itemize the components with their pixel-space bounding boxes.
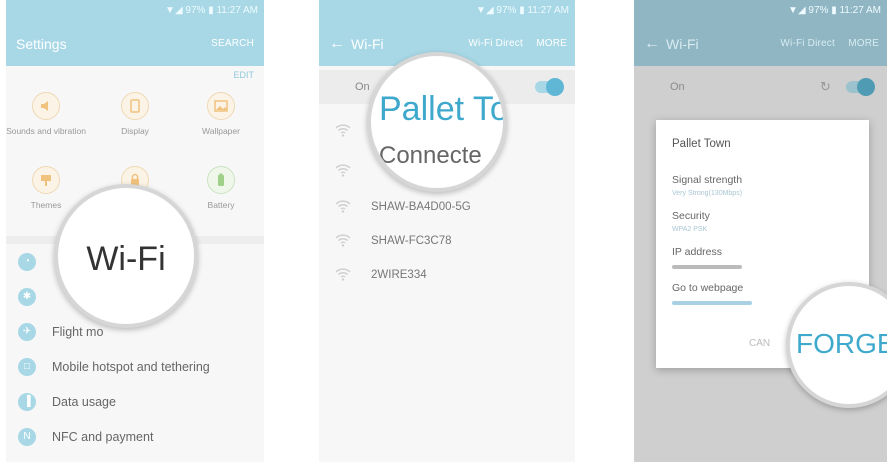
magnifier-network: Pallet To Connecte: [367, 52, 507, 192]
status-bar: ▼◢ 97% ▮ 11:27 AM: [6, 0, 264, 22]
wifi-signal-icon: [335, 164, 351, 177]
status-bar: ▼◢ 97% ▮ 11:27 AM: [634, 0, 887, 22]
signal-strength-label: Signal strength: [672, 174, 743, 186]
wifi-direct-button[interactable]: Wi-Fi Direct: [780, 22, 835, 66]
back-arrow-icon[interactable]: ←: [329, 22, 345, 66]
grid-item-wallpaper[interactable]: Wallpaper: [181, 92, 261, 136]
list-item-label: NFC and payment: [52, 430, 154, 444]
grid-item-battery[interactable]: Battery: [181, 166, 261, 210]
grid-item-display[interactable]: Display: [95, 92, 175, 136]
list-item-nfc[interactable]: N NFC and payment: [6, 421, 264, 455]
wifi-toggle[interactable]: [535, 78, 564, 96]
page-title: Wi-Fi: [666, 36, 699, 52]
airplane-icon: ✈: [18, 323, 36, 341]
network-row[interactable]: 2WIRE334: [319, 258, 575, 292]
security-label: Security: [672, 210, 710, 222]
ip-address-value: [672, 265, 742, 269]
grid-item-themes[interactable]: Themes: [6, 166, 86, 210]
dialog-title: Pallet Town: [672, 138, 731, 150]
wifi-signal-icon: [335, 268, 351, 281]
settings-screen: ▼◢ 97% ▮ 11:27 AM Settings SEARCH EDIT S…: [6, 0, 264, 462]
grid-label: Display: [121, 126, 149, 136]
more-button[interactable]: MORE: [848, 22, 879, 66]
wallpaper-icon: [207, 92, 235, 120]
page-title: Settings: [16, 36, 67, 52]
network-name: 2WIRE334: [371, 269, 427, 281]
list-item-label: Data usage: [52, 395, 116, 409]
wifi-toggle: [846, 78, 875, 96]
grid-label: Sounds and vibration: [6, 126, 86, 136]
wifi-signal-icon: [335, 200, 351, 213]
bluetooth-icon: ✱: [18, 288, 36, 306]
grid-label: Battery: [207, 200, 235, 210]
network-row[interactable]: SHAW-BA4D00-5G: [319, 190, 575, 224]
display-icon: [121, 92, 149, 120]
ip-address-label: IP address: [672, 246, 723, 258]
grid-label: Wallpaper: [202, 126, 240, 136]
back-arrow-icon[interactable]: ←: [644, 22, 660, 66]
wifi-dialog-screen: ▼◢ 97% ▮ 11:27 AM ← Wi-Fi Wi-Fi Direct M…: [634, 0, 887, 462]
grid-item-sounds[interactable]: Sounds and vibration: [6, 92, 86, 136]
network-row[interactable]: SHAW-FC3C78: [319, 224, 575, 258]
list-item-hotspot[interactable]: □ Mobile hotspot and tethering: [6, 351, 264, 385]
wifi-signal-icon: [335, 124, 351, 137]
theme-icon: [32, 166, 60, 194]
webpage-label: Go to webpage: [672, 282, 744, 294]
magnified-wifi-label: Wi-Fi: [86, 240, 166, 278]
wifi-toggle-row: On ↻: [634, 70, 887, 104]
webpage-link[interactable]: [672, 301, 752, 305]
signal-strength-value: Very Strong(130Mbps): [672, 190, 743, 197]
magnifier-wifi: Wi-Fi: [54, 184, 198, 328]
edit-button[interactable]: EDIT: [233, 70, 254, 80]
search-button[interactable]: SEARCH: [211, 22, 254, 66]
nfc-icon: N: [18, 428, 36, 446]
list-item-label: Mobile hotspot and tethering: [52, 360, 210, 374]
status-bar: ▼◢ 97% ▮ 11:27 AM: [319, 0, 575, 22]
page-title: Wi-Fi: [351, 36, 384, 52]
wifi-screen: ▼◢ 97% ▮ 11:27 AM ← Wi-Fi Wi-Fi Direct M…: [319, 0, 575, 462]
app-bar: ← Wi-Fi Wi-Fi Direct MORE: [634, 22, 887, 66]
forget-button[interactable]: FORGET: [796, 328, 887, 360]
cancel-button[interactable]: CAN: [749, 338, 770, 349]
wifi-direct-button[interactable]: Wi-Fi Direct: [468, 22, 523, 66]
battery-icon: [207, 166, 235, 194]
speaker-icon: [32, 92, 60, 120]
wifi-icon: ◔: [18, 253, 36, 271]
data-usage-icon: ▐: [18, 393, 36, 411]
more-button[interactable]: MORE: [536, 22, 567, 66]
wifi-signal-icon: [335, 234, 351, 247]
network-name: SHAW-FC3C78: [371, 235, 452, 247]
on-label: On: [670, 81, 685, 93]
app-bar: Settings SEARCH: [6, 22, 264, 66]
security-value: WPA2 PSK: [672, 226, 708, 233]
network-name: SHAW-BA4D00-5G: [371, 201, 471, 213]
on-label: On: [355, 81, 370, 93]
magnified-network-status: Connecte: [379, 142, 482, 169]
hotspot-icon: □: [18, 358, 36, 376]
list-item-data-usage[interactable]: ▐ Data usage: [6, 386, 264, 420]
magnified-network-name: Pallet To: [379, 90, 507, 128]
refresh-icon: ↻: [820, 79, 831, 94]
